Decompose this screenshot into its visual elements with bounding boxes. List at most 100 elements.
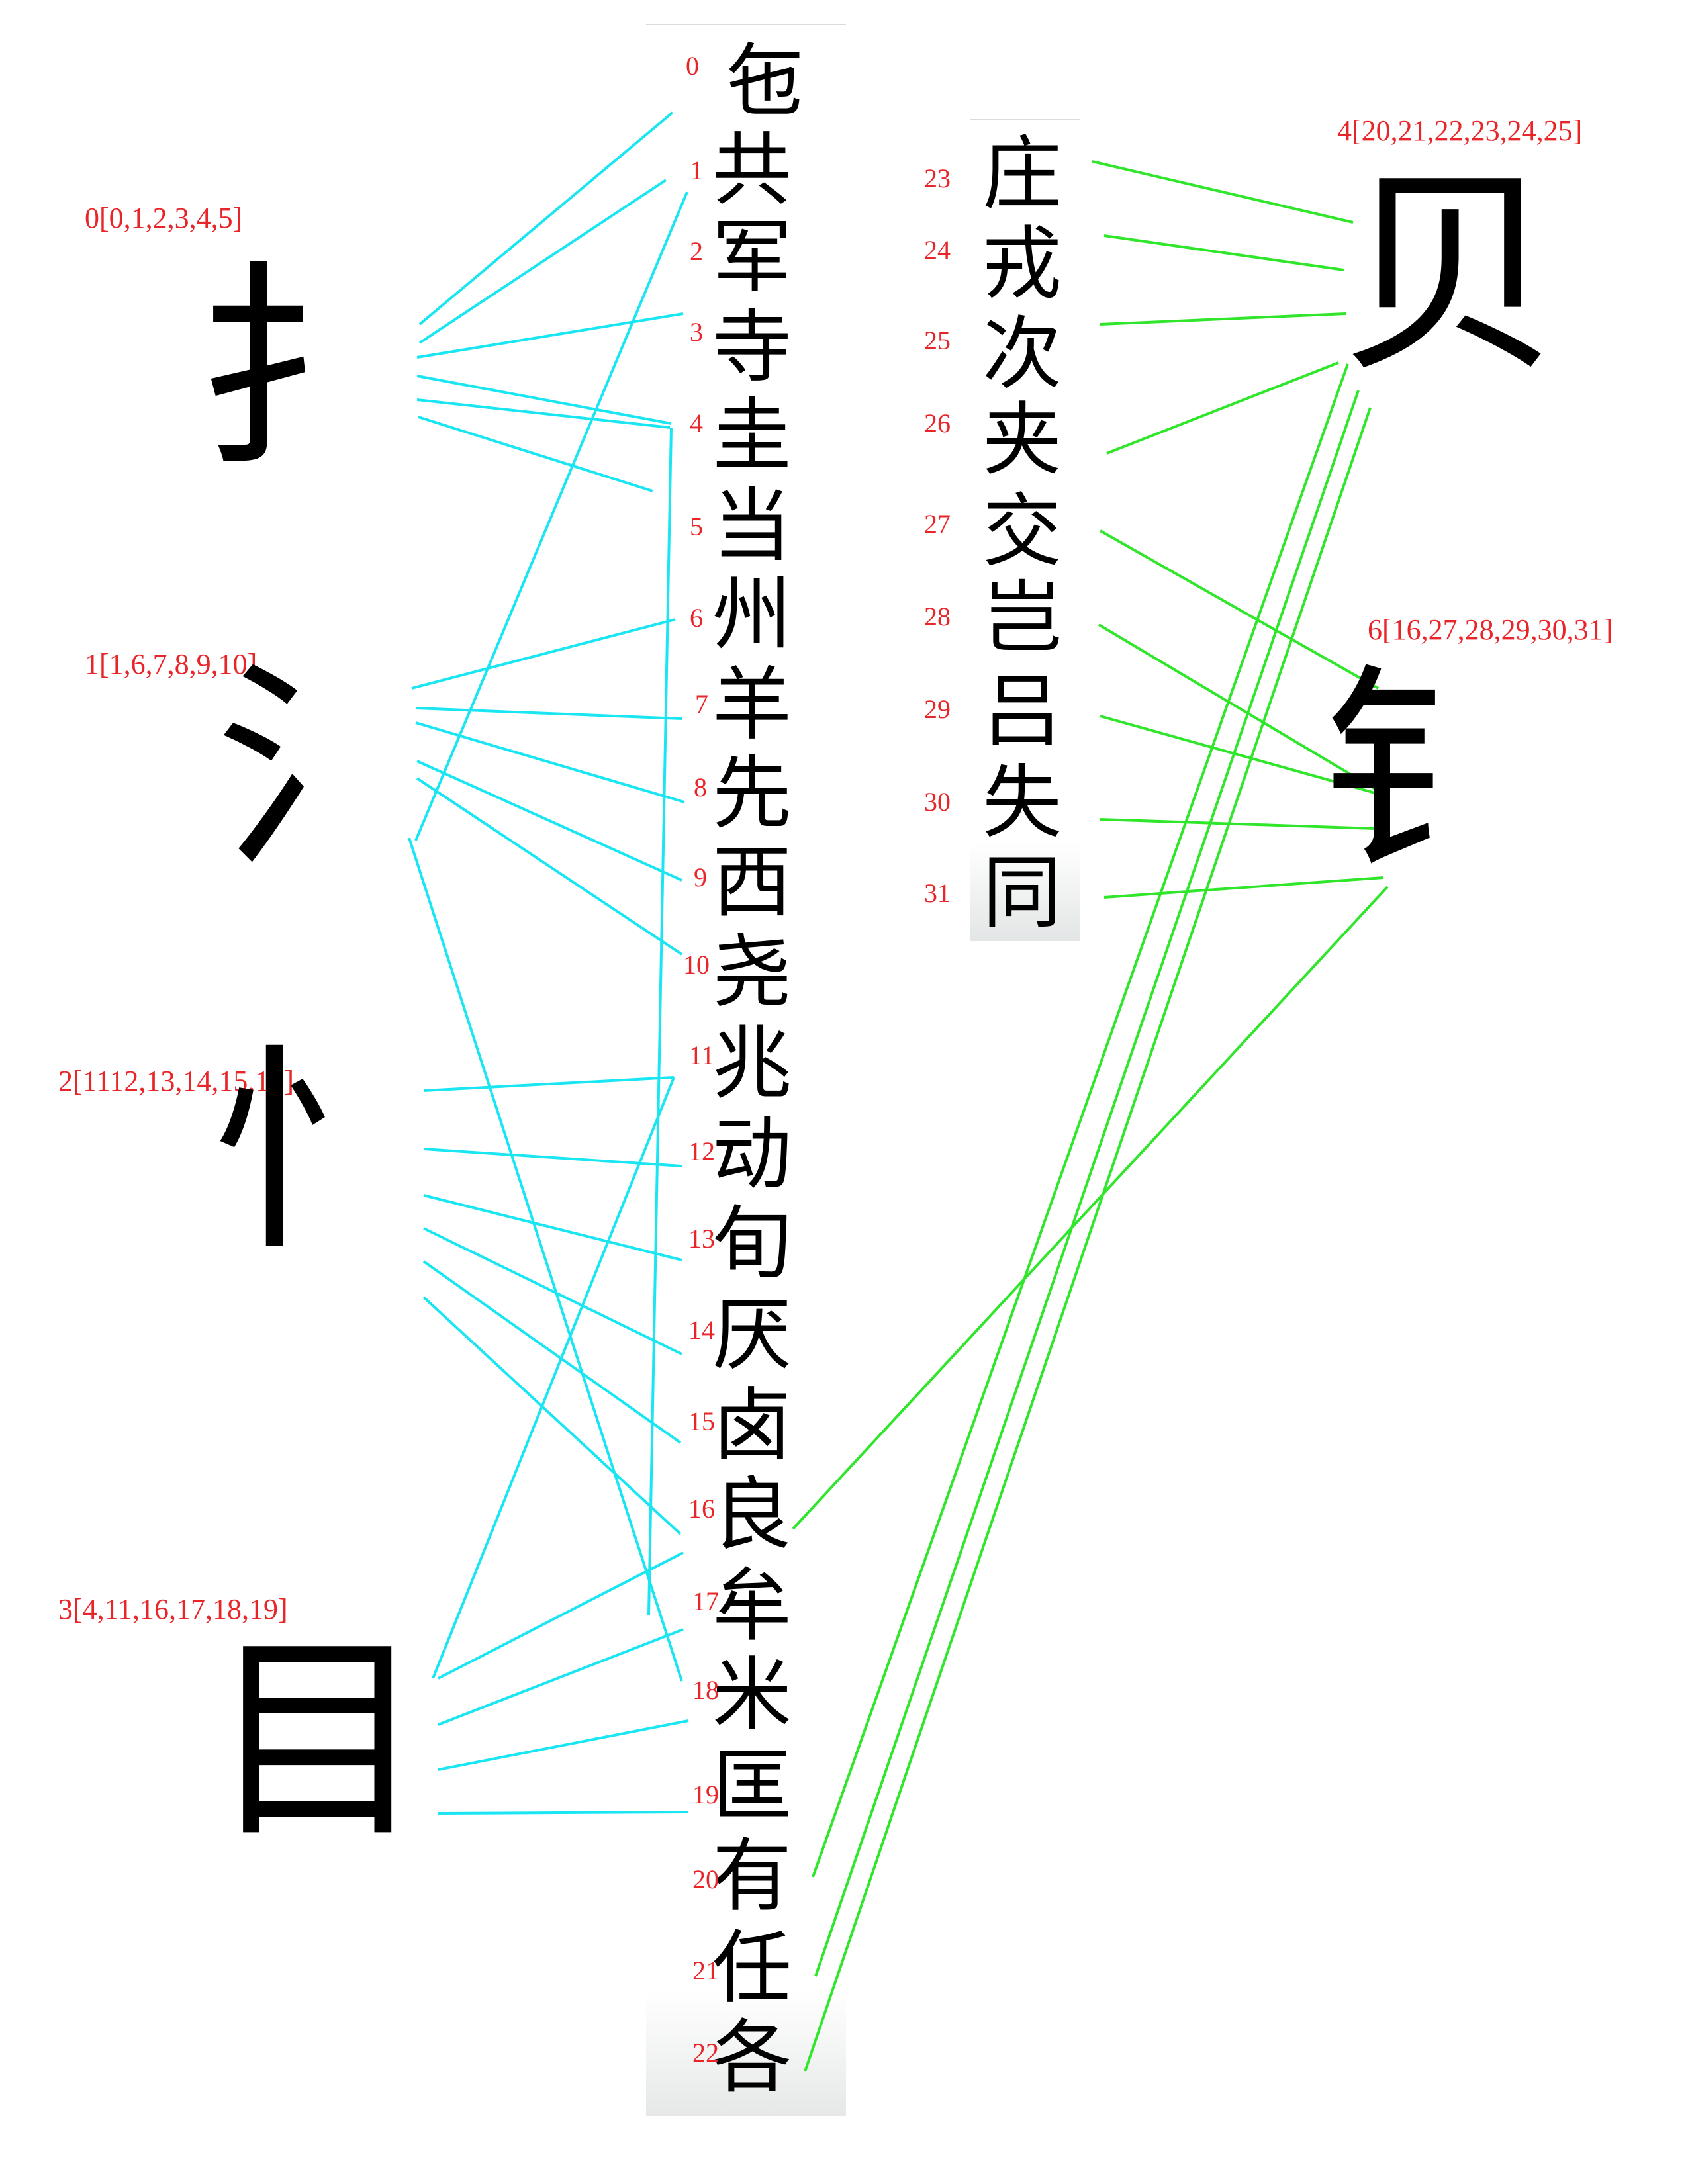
connector-left-6 xyxy=(647,427,673,1615)
connector-right-10 xyxy=(812,363,1349,1878)
character-index-5: 5 xyxy=(690,512,703,541)
character-glyph-20: 有 xyxy=(712,1831,792,1923)
character-glyph-15: 卤 xyxy=(712,1380,792,1472)
character-glyph-5: 当 xyxy=(712,480,792,572)
connector-right-11 xyxy=(814,390,1360,1977)
radical-glyph-6: 钅 xyxy=(1321,647,1539,901)
character-glyph-13: 旬 xyxy=(712,1198,792,1290)
connector-right-9 xyxy=(792,886,1389,1530)
connector-left-12 xyxy=(408,837,683,1682)
radical-label-0: 0[0,1,2,3,4,5] xyxy=(85,202,243,234)
connector-left-23 xyxy=(438,1811,689,1815)
connector-left-2 xyxy=(416,312,684,359)
character-glyph-16: 良 xyxy=(712,1469,792,1561)
connector-left-24 xyxy=(414,191,688,841)
character-index-21: 21 xyxy=(692,1956,719,1985)
connector-left-17 xyxy=(423,1227,682,1355)
character-index-15: 15 xyxy=(688,1406,715,1436)
radical-glyph-2: 忄 xyxy=(209,1024,427,1279)
character-index-14: 14 xyxy=(688,1315,715,1345)
character-glyph-1: 共 xyxy=(712,124,792,216)
character-index-13: 13 xyxy=(688,1224,715,1253)
connector-left-13 xyxy=(423,1076,675,1092)
character-index-16: 16 xyxy=(688,1494,715,1524)
connector-left-16 xyxy=(423,1194,682,1261)
connector-left-4 xyxy=(416,398,671,429)
character-glyph-4: 圭 xyxy=(712,390,792,482)
character-index-25: 25 xyxy=(924,326,951,355)
character-index-9: 9 xyxy=(694,862,707,892)
character-glyph-7: 羊 xyxy=(712,659,792,751)
character-index-2: 2 xyxy=(690,236,703,266)
character-index-24: 24 xyxy=(924,235,951,265)
radical-label-6: 6[16,27,28,29,30,31] xyxy=(1368,614,1613,646)
character-index-17: 17 xyxy=(692,1586,719,1616)
character-glyph-24: 戎 xyxy=(982,218,1062,310)
connector-right-1 xyxy=(1103,234,1344,271)
character-index-1: 1 xyxy=(690,156,703,185)
character-glyph-12: 动 xyxy=(712,1109,792,1201)
character-glyph-8: 先 xyxy=(712,748,792,840)
character-glyph-6: 州 xyxy=(712,569,792,661)
character-glyph-31: 同 xyxy=(982,847,1062,939)
character-index-10: 10 xyxy=(683,950,710,979)
connector-left-14 xyxy=(432,1077,675,1679)
radical-glyph-0: 扌 xyxy=(195,244,414,498)
character-index-23: 23 xyxy=(924,163,951,193)
character-glyph-9: 西 xyxy=(712,837,792,929)
character-glyph-14: 厌 xyxy=(712,1289,792,1381)
connector-right-12 xyxy=(804,407,1372,2072)
character-glyph-30: 失 xyxy=(982,757,1062,849)
character-index-3: 3 xyxy=(690,317,703,347)
character-index-31: 31 xyxy=(924,878,951,908)
character-glyph-19: 匡 xyxy=(712,1741,792,1833)
character-index-22: 22 xyxy=(692,2038,719,2068)
character-index-8: 8 xyxy=(694,772,707,802)
connector-left-1 xyxy=(418,179,667,344)
radical-glyph-4: 贝 xyxy=(1340,148,1559,402)
connector-left-5 xyxy=(418,416,653,492)
character-index-19: 19 xyxy=(692,1780,719,1809)
connector-left-21 xyxy=(438,1628,684,1726)
radical-glyph-1: 氵 xyxy=(215,641,434,895)
character-index-20: 20 xyxy=(692,1864,719,1894)
character-glyph-2: 军 xyxy=(712,212,792,304)
character-glyph-22: 各 xyxy=(712,2012,792,2104)
character-index-26: 26 xyxy=(924,408,951,438)
connector-left-9 xyxy=(415,721,685,803)
connector-left-0 xyxy=(418,111,674,326)
character-index-0: 0 xyxy=(686,51,699,81)
connector-left-22 xyxy=(438,1719,689,1771)
radical-glyph-3: 目 xyxy=(209,1614,427,1868)
connector-left-10 xyxy=(416,760,682,882)
character-index-6: 6 xyxy=(690,603,703,633)
character-index-7: 7 xyxy=(695,689,708,719)
character-index-11: 11 xyxy=(688,1040,715,1070)
character-index-12: 12 xyxy=(688,1136,715,1166)
character-glyph-28: 岂 xyxy=(982,572,1062,664)
character-glyph-0: 㐌 xyxy=(726,36,805,128)
character-glyph-29: 吕 xyxy=(982,666,1062,758)
character-glyph-17: 牟 xyxy=(712,1561,792,1653)
character-glyph-3: 寺 xyxy=(712,302,792,394)
connector-right-3 xyxy=(1106,361,1339,455)
character-glyph-26: 夹 xyxy=(982,394,1062,486)
connector-right-0 xyxy=(1092,160,1354,224)
character-index-27: 27 xyxy=(924,509,951,539)
radical-label-4: 4[20,21,22,23,24,25] xyxy=(1337,114,1583,147)
connector-right-2 xyxy=(1100,312,1347,326)
connector-left-3 xyxy=(416,375,672,425)
character-glyph-11: 兆 xyxy=(712,1018,792,1110)
character-glyph-23: 庄 xyxy=(982,128,1062,220)
character-index-29: 29 xyxy=(924,694,951,724)
character-glyph-27: 交 xyxy=(982,486,1062,578)
character-glyph-18: 米 xyxy=(712,1649,792,1741)
connector-left-11 xyxy=(416,777,683,956)
character-glyph-25: 次 xyxy=(982,308,1062,400)
character-index-18: 18 xyxy=(692,1675,719,1705)
character-glyph-21: 任 xyxy=(712,1923,792,2015)
character-index-30: 30 xyxy=(924,787,951,817)
character-index-28: 28 xyxy=(924,602,951,631)
character-index-4: 4 xyxy=(690,408,703,438)
character-glyph-10: 尧 xyxy=(712,927,792,1019)
